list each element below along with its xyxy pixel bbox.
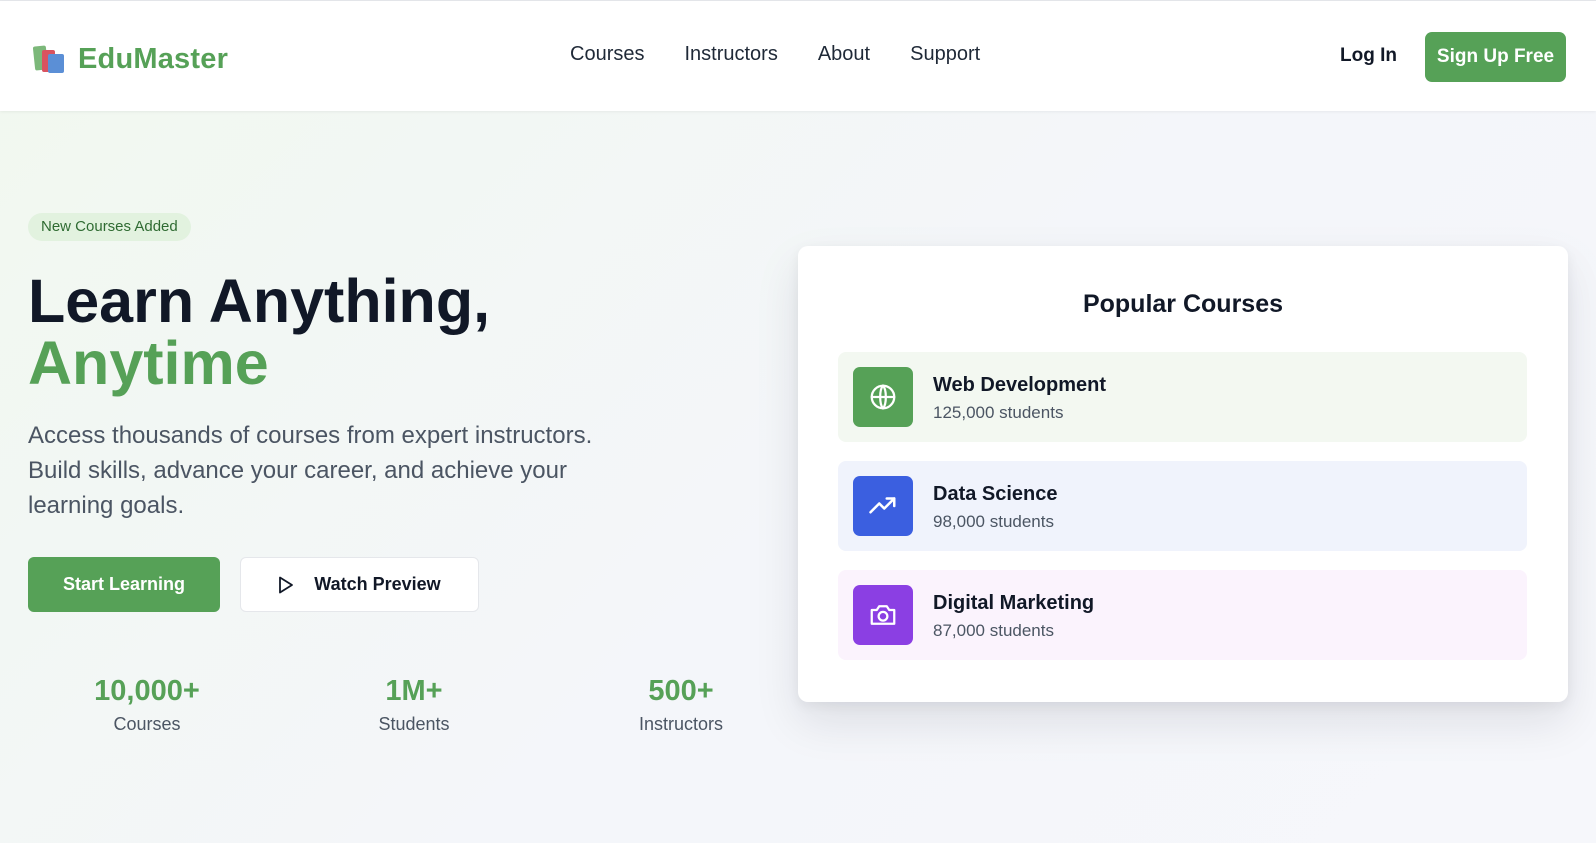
login-link[interactable]: Log In bbox=[1340, 45, 1397, 67]
hero-description: Access thousands of courses from expert … bbox=[28, 422, 593, 519]
course-students: 125,000 students bbox=[933, 403, 1064, 422]
logo-text: EduMaster bbox=[78, 42, 229, 75]
play-icon bbox=[279, 576, 294, 593]
nav-courses[interactable]: Courses bbox=[570, 43, 644, 66]
site-header: EduMaster Courses Instructors About Supp… bbox=[0, 1, 1596, 111]
main-nav: Courses Instructors About Support bbox=[570, 43, 980, 66]
books-icon bbox=[32, 44, 66, 74]
nav-support[interactable]: Support bbox=[910, 43, 980, 66]
trending-up-icon bbox=[869, 497, 896, 514]
stat-label: Students bbox=[378, 714, 450, 734]
watch-preview-label: Watch Preview bbox=[314, 574, 441, 594]
headline-line1: Learn Anything, bbox=[28, 267, 491, 335]
headline-line2: Anytime bbox=[28, 329, 269, 397]
stat-instructors: 500+ Instructors bbox=[571, 675, 791, 735]
course-students: 98,000 students bbox=[933, 512, 1054, 531]
course-name: Web Development bbox=[933, 374, 1106, 396]
stat-value: 1M+ bbox=[385, 675, 443, 707]
stat-value: 10,000+ bbox=[94, 675, 200, 707]
logo[interactable]: EduMaster bbox=[32, 39, 228, 79]
start-learning-button[interactable]: Start Learning bbox=[28, 557, 220, 612]
watch-preview-button[interactable]: Watch Preview bbox=[240, 557, 479, 612]
stat-label: Courses bbox=[113, 714, 181, 734]
course-icon-box bbox=[853, 367, 913, 427]
course-item-web-development[interactable]: Web Development 125,000 students bbox=[838, 352, 1527, 442]
course-name: Data Science bbox=[933, 483, 1058, 505]
hero-headline: Learn Anything, Anytime bbox=[28, 270, 490, 394]
course-icon-box bbox=[853, 585, 913, 645]
course-item-digital-marketing[interactable]: Digital Marketing 87,000 students bbox=[838, 570, 1527, 660]
course-icon-box bbox=[853, 476, 913, 536]
nav-instructors[interactable]: Instructors bbox=[684, 43, 777, 66]
popular-courses-title: Popular Courses bbox=[1082, 290, 1284, 318]
stat-value: 500+ bbox=[648, 675, 714, 707]
stat-students: 1M+ Students bbox=[304, 675, 524, 735]
course-students: 87,000 students bbox=[933, 621, 1054, 640]
course-name: Digital Marketing bbox=[933, 592, 1095, 614]
course-item-data-science[interactable]: Data Science 98,000 students bbox=[838, 461, 1527, 551]
globe-icon bbox=[870, 384, 896, 410]
nav-about[interactable]: About bbox=[818, 43, 870, 66]
stat-courses: 10,000+ Courses bbox=[37, 675, 257, 735]
new-courses-badge: New Courses Added bbox=[28, 213, 191, 241]
popular-courses-card: Popular Courses Web Development 125,000 … bbox=[798, 246, 1568, 702]
camera-icon bbox=[870, 605, 896, 625]
signup-button[interactable]: Sign Up Free bbox=[1425, 32, 1566, 82]
stat-label: Instructors bbox=[638, 714, 724, 734]
